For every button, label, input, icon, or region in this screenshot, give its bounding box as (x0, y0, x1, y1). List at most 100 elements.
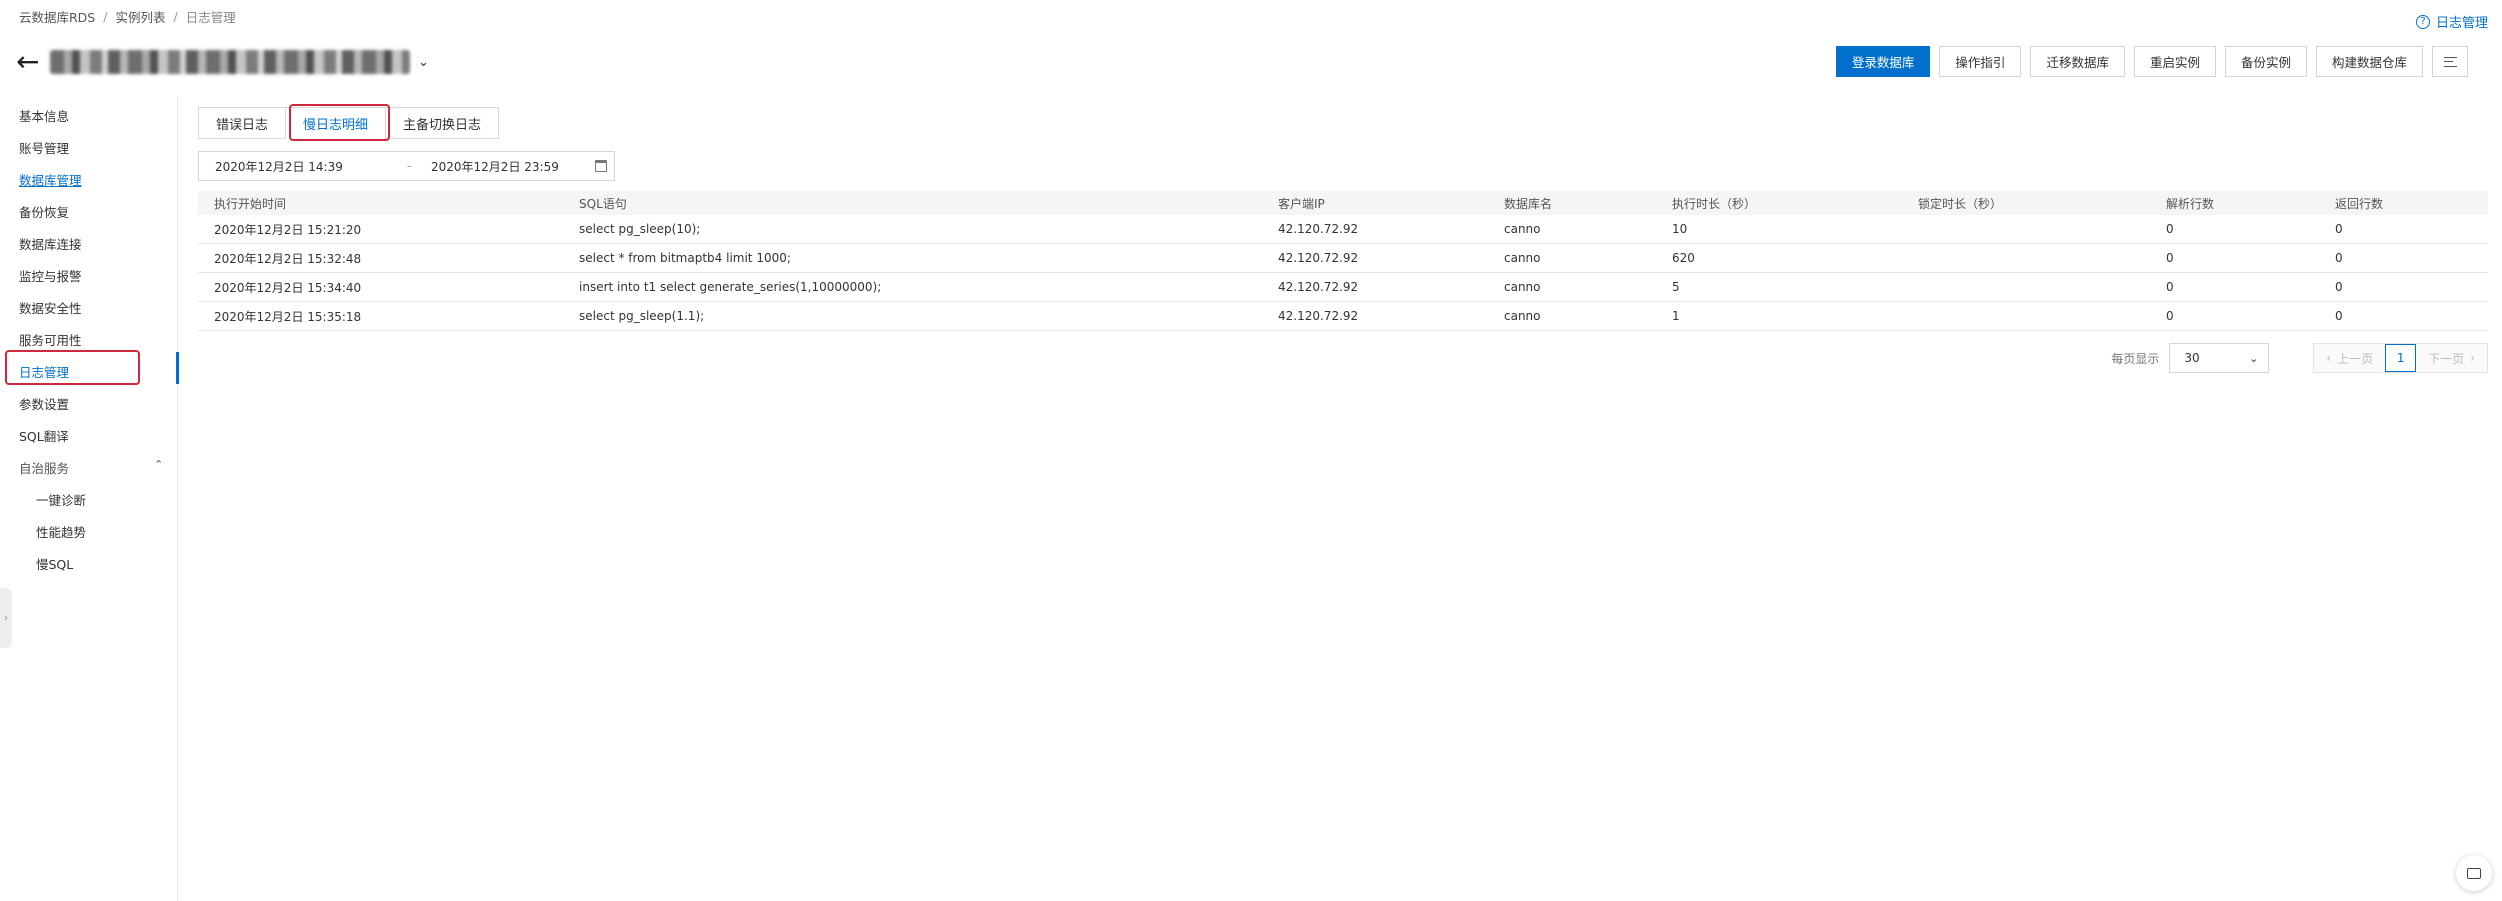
cell-client-ip: 42.120.72.92 (1278, 309, 1359, 323)
slow-log-table: 执行开始时间 SQL语句 客户端IP 数据库名 执行时长（秒） 锁定时长（秒） … (198, 191, 2488, 331)
cell-client-ip: 42.120.72.92 (1278, 280, 1359, 294)
help-link[interactable]: ? 日志管理 (2415, 12, 2488, 31)
sidebar-item-availability[interactable]: 服务可用性 (19, 330, 82, 349)
sidebar-collapse-tab[interactable]: › (0, 588, 12, 648)
cell-rows-parsed: 0 (2166, 222, 2174, 236)
breadcrumb-rds[interactable]: 云数据库RDS (19, 7, 95, 26)
date-start[interactable]: 2020年12月2日 14:39 (215, 158, 343, 175)
sidebar-item-performance[interactable]: 性能趋势 (36, 522, 86, 541)
breadcrumb-separator: / (103, 9, 108, 24)
cell-rows-returned: 0 (2335, 251, 2343, 265)
sidebar-item-sql-translate[interactable]: SQL翻译 (19, 426, 69, 445)
cell-client-ip: 42.120.72.92 (1278, 222, 1359, 236)
cell-rows-parsed: 0 (2166, 251, 2174, 265)
col-rows-returned: 返回行数 (2335, 196, 2384, 211)
migrate-db-button[interactable]: 迁移数据库 (2030, 46, 2125, 77)
chevron-down-icon[interactable]: ⌄ (418, 55, 429, 70)
sidebar-item-monitoring[interactable]: 监控与报警 (19, 266, 82, 285)
cell-db-name: canno (1504, 309, 1541, 323)
page-size-select[interactable]: 30 ⌄ (2169, 343, 2270, 373)
date-separator: - (407, 159, 412, 173)
restart-instance-button[interactable]: 重启实例 (2133, 46, 2216, 77)
cell-sql: select * from bitmaptb4 limit 1000; (579, 251, 791, 265)
col-exec-time: 执行时长（秒） (1672, 196, 1757, 211)
sidebar-item-backup[interactable]: 备份恢复 (19, 202, 69, 221)
sidebar-item-security[interactable]: 数据安全性 (19, 298, 82, 317)
col-rows-parsed: 解析行数 (2166, 196, 2215, 211)
backup-instance-button[interactable]: 备份实例 (2224, 46, 2307, 77)
highlight-box-sidebar (5, 350, 140, 385)
cell-sql: select pg_sleep(1.1); (579, 309, 705, 323)
chevron-right-icon: › (4, 612, 8, 624)
breadcrumb: 云数据库RDS / 实例列表 / 日志管理 (19, 7, 236, 26)
sidebar-group-autonomy[interactable]: 自治服务 (19, 458, 69, 477)
date-range-picker[interactable]: 2020年12月2日 14:39 - 2020年12月2日 23:59 (198, 151, 615, 181)
chevron-up-icon[interactable]: ⌃ (154, 458, 163, 471)
sidebar-item-databases[interactable]: 数据库管理 (19, 170, 82, 189)
sidebar: 基本信息 账号管理 数据库管理 备份恢复 数据库连接 监控与报警 数据安全性 服… (0, 96, 178, 901)
table-row: 2020年12月2日 15:21:20 select pg_sleep(10);… (198, 215, 2488, 244)
pager-controls: ‹ 上一页 1 下一页 › (2313, 343, 2488, 373)
col-sql: SQL语句 (579, 196, 627, 211)
cell-rows-returned: 0 (2335, 309, 2343, 323)
cell-start-time: 2020年12月2日 15:21:20 (214, 222, 362, 237)
feedback-icon (2467, 867, 2481, 879)
more-menu-button[interactable] (2432, 46, 2468, 77)
cell-rows-parsed: 0 (2166, 309, 2174, 323)
calendar-icon[interactable] (595, 160, 607, 172)
table-header: 执行开始时间 SQL语句 客户端IP 数据库名 执行时长（秒） 锁定时长（秒） … (198, 191, 2488, 215)
prev-page-button[interactable]: ‹ 上一页 (2314, 344, 2385, 372)
pagination: 每页显示 30 ⌄ ‹ 上一页 1 下一页 › (2111, 343, 2488, 373)
sidebar-item-connection[interactable]: 数据库连接 (19, 234, 82, 253)
cell-start-time: 2020年12月2日 15:32:48 (214, 251, 362, 266)
sidebar-item-parameters[interactable]: 参数设置 (19, 394, 69, 413)
help-circle-icon: ? (2415, 14, 2430, 29)
sidebar-active-indicator (176, 352, 179, 384)
cell-sql: insert into t1 select generate_series(1,… (579, 280, 882, 294)
sidebar-item-accounts[interactable]: 账号管理 (19, 138, 69, 157)
col-client-ip: 客户端IP (1278, 196, 1325, 211)
toolbar: 登录数据库 操作指引 迁移数据库 重启实例 备份实例 构建数据仓库 (1835, 46, 2468, 77)
build-warehouse-button[interactable]: 构建数据仓库 (2315, 46, 2423, 77)
cell-rows-parsed: 0 (2166, 280, 2174, 294)
sidebar-item-diagnose[interactable]: 一键诊断 (36, 490, 86, 509)
cell-rows-returned: 0 (2335, 280, 2343, 294)
cell-sql: select pg_sleep(10); (579, 222, 701, 236)
cell-client-ip: 42.120.72.92 (1278, 251, 1359, 265)
feedback-button[interactable] (2456, 855, 2492, 891)
next-page-button[interactable]: 下一页 › (2416, 344, 2487, 372)
prev-page-label: 上一页 (2337, 351, 2374, 366)
col-start-time: 执行开始时间 (214, 196, 287, 211)
chevron-left-icon: ‹ (2326, 351, 2332, 365)
cell-start-time: 2020年12月2日 15:35:18 (214, 309, 362, 324)
cell-exec-time: 10 (1672, 222, 1688, 236)
chevron-right-icon: › (2470, 351, 2475, 365)
page-number-current[interactable]: 1 (2385, 344, 2417, 372)
cell-exec-time: 5 (1672, 280, 1680, 294)
next-page-label: 下一页 (2428, 351, 2465, 366)
tab-switch-log[interactable]: 主备切换日志 (385, 107, 500, 139)
cell-db-name: canno (1504, 280, 1541, 294)
title-row: ← ⌄ (16, 44, 429, 80)
breadcrumb-instance-list[interactable]: 实例列表 (115, 7, 165, 26)
sidebar-item-slow-sql[interactable]: 慢SQL (36, 554, 73, 573)
cell-start-time: 2020年12月2日 15:34:40 (214, 280, 362, 295)
login-db-button[interactable]: 登录数据库 (1835, 46, 1931, 77)
table-row: 2020年12月2日 15:35:18 select pg_sleep(1.1)… (198, 302, 2488, 331)
cell-rows-returned: 0 (2335, 222, 2343, 236)
table-row: 2020年12月2日 15:34:40 insert into t1 selec… (198, 273, 2488, 302)
back-arrow-icon[interactable]: ← (16, 48, 42, 76)
guide-button[interactable]: 操作指引 (1939, 46, 2022, 77)
instance-name-blurred (50, 50, 410, 74)
chevron-down-icon: ⌄ (2249, 351, 2259, 365)
page-size-label: 每页显示 (2111, 351, 2160, 366)
cell-db-name: canno (1504, 251, 1541, 265)
tab-error-log[interactable]: 错误日志 (198, 107, 287, 139)
breadcrumb-separator: / (173, 9, 178, 24)
sidebar-item-basic-info[interactable]: 基本信息 (19, 106, 69, 125)
col-lock-time: 锁定时长（秒） (1918, 196, 2003, 211)
breadcrumb-current: 日志管理 (185, 10, 236, 25)
cell-exec-time: 620 (1672, 251, 1695, 265)
col-db-name: 数据库名 (1504, 196, 1553, 211)
date-end[interactable]: 2020年12月2日 23:59 (431, 158, 559, 175)
